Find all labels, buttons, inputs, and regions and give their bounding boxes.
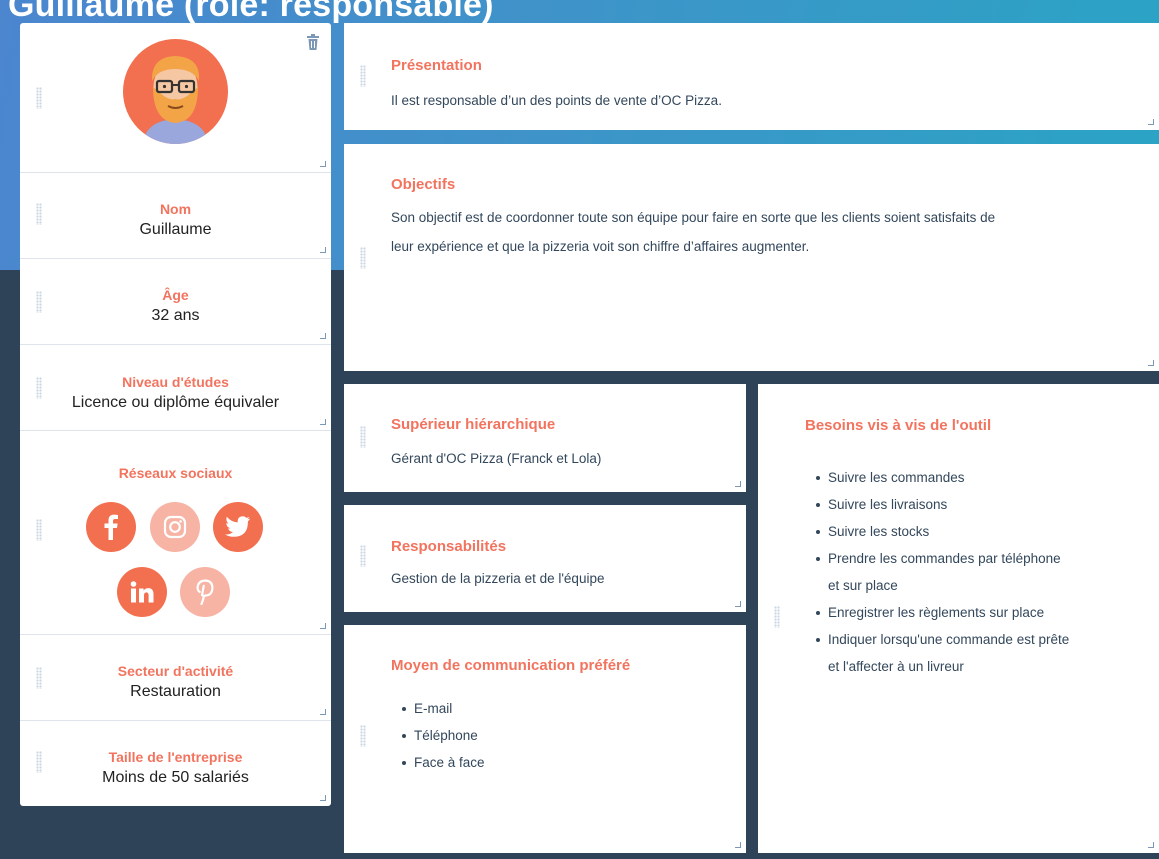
- drag-handle-icon[interactable]: [36, 87, 42, 109]
- sector-label: Secteur d'activité: [117, 663, 234, 679]
- avatar-section: [20, 23, 331, 173]
- resize-handle-icon[interactable]: [735, 842, 741, 848]
- resize-handle-icon[interactable]: [320, 709, 326, 715]
- resize-handle-icon[interactable]: [320, 333, 326, 339]
- instagram-icon[interactable]: [150, 502, 200, 552]
- objectives-text-line-1: Son objectif est de coordonner toute son…: [391, 210, 996, 225]
- responsibilities-text: Gestion de la pizzeria et de l'équipe: [391, 571, 605, 586]
- resize-handle-icon[interactable]: [320, 419, 326, 425]
- company-size-value: Moins de 50 salariés: [102, 769, 249, 786]
- resize-handle-icon[interactable]: [735, 601, 741, 607]
- needs-card: Besoins vis à vis de l'outil Suivre les …: [758, 384, 1159, 853]
- education-section: Niveau d'études Licence ou diplôme équiv…: [20, 345, 331, 431]
- social-networks-section: Réseaux sociaux: [20, 431, 331, 635]
- resize-handle-icon[interactable]: [1148, 842, 1154, 848]
- list-item: Prendre les commandes par téléphone: [814, 545, 1069, 572]
- social-networks-label: Réseaux sociaux: [118, 465, 233, 481]
- age-label: Âge: [162, 287, 189, 303]
- list-item: Suivre les stocks: [814, 518, 1069, 545]
- responsibilities-card: Responsabilités Gestion de la pizzeria e…: [344, 505, 746, 612]
- list-item: E-mail: [400, 695, 485, 722]
- resize-handle-icon[interactable]: [735, 481, 741, 487]
- presentation-card: Présentation Il est responsable d’un des…: [344, 23, 1159, 130]
- avatar: [123, 39, 228, 144]
- page-title: Guillaume (rôle: responsable): [8, 0, 494, 24]
- list-item-continuation: et l'affecter à un livreur: [828, 659, 964, 674]
- resize-handle-icon[interactable]: [320, 247, 326, 253]
- communication-card: Moyen de communication préféré E-mail Té…: [344, 625, 746, 853]
- company-size-section: Taille de l'entreprise Moins de 50 salar…: [20, 721, 331, 806]
- superior-card: Supérieur hiérarchique Gérant d'OC Pizza…: [344, 384, 746, 492]
- name-label: Nom: [159, 201, 192, 217]
- resize-handle-icon[interactable]: [320, 623, 326, 629]
- age-section: Âge 32 ans: [20, 259, 331, 345]
- list-item: Indiquer lorsqu'une commande est prête: [814, 626, 1069, 653]
- superior-text: Gérant d'OC Pizza (Franck et Lola): [391, 451, 602, 466]
- drag-handle-icon[interactable]: [360, 247, 366, 269]
- resize-handle-icon[interactable]: [320, 795, 326, 801]
- drag-handle-icon[interactable]: [360, 65, 366, 87]
- education-label: Niveau d'études: [122, 374, 229, 390]
- responsibilities-title: Responsabilités: [391, 538, 507, 555]
- resize-handle-icon[interactable]: [320, 161, 326, 167]
- name-section: Nom Guillaume: [20, 173, 331, 259]
- company-size-label: Taille de l'entreprise: [108, 749, 243, 765]
- sector-value: Restauration: [130, 683, 221, 700]
- drag-handle-icon[interactable]: [360, 426, 366, 448]
- pinterest-icon[interactable]: [180, 567, 230, 617]
- sector-section: Secteur d'activité Restauration: [20, 635, 331, 721]
- age-value: 32 ans: [151, 307, 200, 324]
- drag-handle-icon[interactable]: [360, 725, 366, 747]
- list-item-continuation: et sur place: [828, 578, 898, 593]
- trash-icon[interactable]: [306, 33, 320, 51]
- needs-title: Besoins vis à vis de l'outil: [805, 417, 992, 434]
- presentation-text: Il est responsable d’un des points de ve…: [391, 93, 722, 108]
- drag-handle-icon[interactable]: [774, 606, 780, 628]
- list-item: Téléphone: [400, 722, 485, 749]
- drag-handle-icon[interactable]: [360, 545, 366, 567]
- drag-handle-icon[interactable]: [36, 519, 42, 541]
- persona-profile-card: Nom Guillaume Âge 32 ans Niveau d'études…: [20, 23, 331, 806]
- objectives-title: Objectifs: [391, 176, 456, 193]
- resize-handle-icon[interactable]: [1148, 360, 1154, 366]
- facebook-icon[interactable]: [86, 502, 136, 552]
- presentation-title: Présentation: [391, 57, 482, 74]
- education-value: Licence ou diplôme équivaler: [71, 394, 280, 411]
- communication-title: Moyen de communication préféré: [391, 657, 631, 674]
- needs-list: Suivre les commandes Suivre les livraiso…: [814, 464, 1069, 680]
- list-item: Suivre les commandes: [814, 464, 1069, 491]
- name-value: Guillaume: [139, 221, 212, 238]
- list-item: Suivre les livraisons: [814, 491, 1069, 518]
- resize-handle-icon[interactable]: [1148, 119, 1154, 125]
- linkedin-icon[interactable]: [117, 567, 167, 617]
- objectives-text-line-2: leur expérience et que la pizzeria voit …: [391, 239, 810, 254]
- objectives-card: Objectifs Son objectif est de coordonner…: [344, 144, 1159, 371]
- list-item: Face à face: [400, 749, 485, 776]
- superior-title: Supérieur hiérarchique: [391, 416, 556, 433]
- communication-list: E-mail Téléphone Face à face: [400, 695, 485, 776]
- twitter-icon[interactable]: [213, 502, 263, 552]
- list-item: Enregistrer les règlements sur place: [814, 599, 1069, 626]
